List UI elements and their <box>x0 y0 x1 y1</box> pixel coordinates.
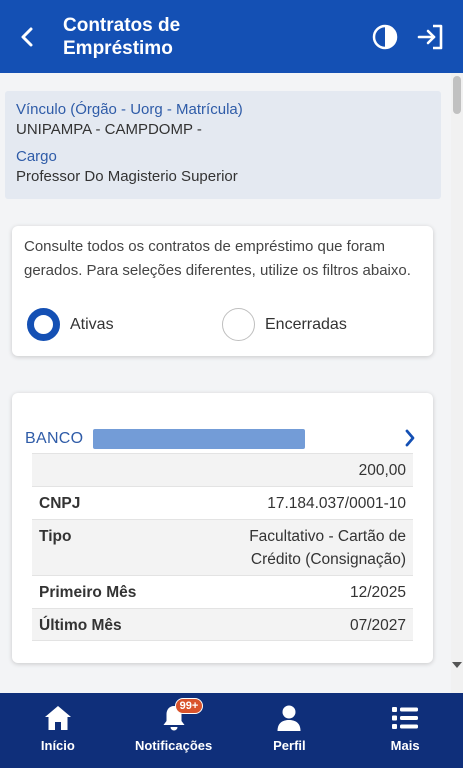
nav-label-inicio: Início <box>40 738 75 753</box>
page-title-line1: Contratos de <box>63 15 181 36</box>
logout-button[interactable] <box>416 22 446 52</box>
menu-list-icon <box>390 704 420 732</box>
home-icon <box>43 704 73 732</box>
chevron-left-icon <box>21 27 33 47</box>
tipo-value-line2: Crédito (Consignação) <box>250 551 406 568</box>
contract-details-table: 200,00 CNPJ 17.184.037/0001-10 Tipo Facu… <box>32 453 413 641</box>
tipo-value: Facultativo - Cartão de Crédito (Consign… <box>249 525 406 575</box>
vinculo-info-panel: Vínculo (Órgão - Uorg - Matrícula) UNIPA… <box>5 91 441 199</box>
nav-item-mais[interactable]: Mais <box>347 693 463 768</box>
nav-item-perfil[interactable]: Perfil <box>232 693 348 768</box>
primeiro-mes-value: 12/2025 <box>349 584 406 601</box>
page-title-line2: Empréstimo <box>63 38 173 59</box>
sign-out-icon <box>417 24 443 50</box>
table-row-primeiro-mes: Primeiro Mês 12/2025 <box>32 575 413 608</box>
contrast-icon <box>372 24 398 50</box>
bell-icon: 99+ <box>159 698 204 732</box>
contrast-toggle-button[interactable] <box>372 24 398 50</box>
cargo-label: Cargo <box>16 148 57 165</box>
bank-label: BANCO <box>25 430 84 447</box>
radio-encerradas-label: Encerradas <box>265 315 347 333</box>
radio-encerradas[interactable]: Encerradas <box>222 308 347 341</box>
scrollbar[interactable] <box>451 73 463 693</box>
table-row-amount: 200,00 <box>32 453 413 486</box>
radio-selected-icon <box>27 308 60 341</box>
vinculo-value: UNIPAMPA - CAMPDOMP - <box>16 121 202 138</box>
cnpj-key: CNPJ <box>39 495 81 512</box>
radio-ativas[interactable]: Ativas <box>27 308 114 341</box>
notification-badge: 99+ <box>174 698 204 714</box>
nav-item-inicio[interactable]: Início <box>0 693 116 768</box>
ultimo-mes-key: Último Mês <box>39 617 122 634</box>
bank-header-link[interactable]: BANCO <box>25 428 415 450</box>
redacted-bank-name <box>93 429 306 449</box>
primeiro-mes-key: Primeiro Mês <box>39 584 137 601</box>
nav-label-perfil: Perfil <box>273 738 306 753</box>
scrollbar-thumb[interactable] <box>453 76 461 114</box>
ultimo-mes-value: 07/2027 <box>349 617 406 634</box>
bottom-navigation: Início 99+ Notificações Perfil Mais <box>0 693 463 768</box>
filter-description: Consulte todos os contratos de empréstim… <box>24 238 411 279</box>
chevron-right-icon <box>405 429 415 447</box>
filter-card: Consulte todos os contratos de empréstim… <box>12 226 433 356</box>
table-row-tipo: Tipo Facultativo - Cartão de Crédito (Co… <box>32 519 413 575</box>
nav-label-notificacoes: Notificações <box>134 738 213 753</box>
back-button[interactable] <box>14 22 40 52</box>
page-title: Contratos de Empréstimo <box>63 14 243 60</box>
radio-unselected-icon <box>222 308 255 341</box>
scroll-down-arrow[interactable] <box>452 662 462 668</box>
cnpj-value: 17.184.037/0001-10 <box>267 495 406 512</box>
nav-label-mais: Mais <box>390 738 420 753</box>
table-row-cnpj: CNPJ 17.184.037/0001-10 <box>32 486 413 519</box>
cargo-value: Professor Do Magisterio Superior <box>16 168 238 185</box>
tipo-key: Tipo <box>39 528 72 545</box>
user-icon <box>274 704 304 732</box>
tipo-value-line1: Facultativo - Cartão de <box>249 528 406 545</box>
app-header: Contratos de Empréstimo <box>0 0 463 73</box>
radio-ativas-label: Ativas <box>70 315 114 333</box>
amount-value: 200,00 <box>358 462 406 479</box>
vinculo-label: Vínculo (Órgão - Uorg - Matrícula) <box>16 101 243 118</box>
nav-item-notificacoes[interactable]: 99+ Notificações <box>116 693 232 768</box>
table-row-ultimo-mes: Último Mês 07/2027 <box>32 608 413 641</box>
